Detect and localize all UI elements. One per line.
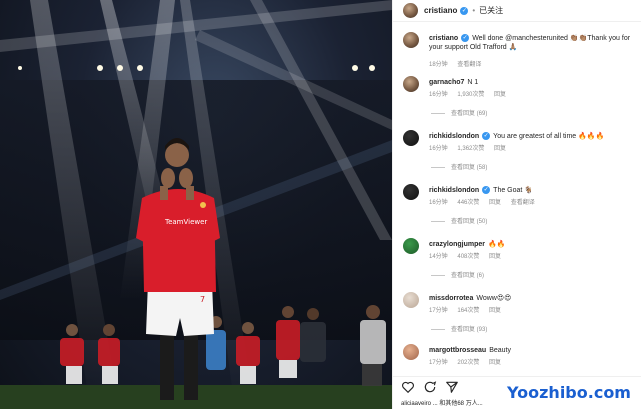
comment-body: margottbrosseau Beauty bbox=[429, 346, 641, 355]
svg-text:7: 7 bbox=[200, 295, 205, 304]
list-item: missdorrotea Woww😍😍 17分钟 164次赞 回复 查看回复 (9… bbox=[403, 290, 639, 340]
comment-time: 14分钟 bbox=[429, 254, 448, 260]
comment-time: 18分钟 bbox=[429, 62, 448, 68]
comment-body: richkidslondon ✓ The Goat 🐐 bbox=[429, 186, 641, 195]
separator: • bbox=[472, 6, 476, 15]
comment-username[interactable]: richkidslondon bbox=[429, 133, 479, 140]
like-count[interactable]: 1,930次赞 bbox=[457, 92, 484, 98]
reply-link[interactable]: 回复 bbox=[489, 360, 501, 366]
verified-icon: ✓ bbox=[482, 132, 491, 141]
comment-body: garnacho7 N 1 bbox=[429, 78, 641, 87]
comment-text: Woww😍😍 bbox=[476, 295, 512, 302]
comment-list: cristiano ✓ Well done @manchesterunited 👏🏽… bbox=[393, 24, 641, 376]
like-count[interactable]: 164次赞 bbox=[457, 308, 479, 314]
list-item: garnacho7 N 1 16分钟 1,930次赞 回复 查看回复 (69) bbox=[403, 74, 639, 124]
comment-username[interactable]: richkidslondon bbox=[429, 187, 479, 194]
translate-link[interactable]: 查看翻译 bbox=[511, 200, 535, 206]
comment-text: You are greatest of all time 🔥🔥🔥 bbox=[493, 133, 605, 140]
list-item: cristiano ✓ Well done @manchesterunited 👏🏽… bbox=[403, 30, 639, 70]
reply-link[interactable]: 回复 bbox=[489, 308, 501, 314]
post-author[interactable]: cristiano bbox=[424, 6, 457, 15]
like-count[interactable]: 408次赞 bbox=[457, 254, 479, 260]
comment-text: 🔥🔥 bbox=[488, 241, 506, 248]
follow-button[interactable]: 已关注 bbox=[479, 5, 503, 16]
comment-meta: 16分钟 1,930次赞 回复 bbox=[429, 91, 514, 100]
verified-icon: ✓ bbox=[460, 6, 469, 15]
list-item: richkidslondon ✓ You are greatest of all t… bbox=[403, 128, 639, 178]
like-count[interactable]: 202次赞 bbox=[457, 360, 479, 366]
view-replies-link[interactable]: 查看回复 (58) bbox=[430, 164, 487, 173]
like-count[interactable]: 1,362次赞 bbox=[457, 146, 484, 152]
comment-username[interactable]: garnacho7 bbox=[429, 79, 464, 86]
comment-meta: 18分钟 查看翻译 bbox=[429, 61, 489, 70]
comment-body: cristiano ✓ Well done @manchesterunited 👏🏽… bbox=[429, 34, 641, 52]
view-replies-link[interactable]: 查看回复 (50) bbox=[430, 218, 487, 227]
comment-meta: 16分钟 1,362次赞 回复 bbox=[429, 145, 514, 154]
watermark-logo: Yoozhibo.com bbox=[500, 381, 638, 405]
list-item: crazylongjumper 🔥🔥 14分钟 408次赞 回复 查看回复 (6) bbox=[403, 236, 639, 286]
comment-time: 17分钟 bbox=[429, 308, 448, 314]
avatar[interactable] bbox=[403, 238, 419, 254]
comment-body: missdorrotea Woww😍😍 bbox=[429, 294, 641, 303]
share-icon[interactable] bbox=[445, 380, 459, 394]
reply-link[interactable]: 回复 bbox=[494, 92, 506, 98]
heart-icon[interactable] bbox=[401, 380, 415, 394]
like-count[interactable]: 446次赞 bbox=[457, 200, 479, 206]
liked-by-text: aliciaaveiro ... 和其他68 万人... bbox=[401, 401, 483, 407]
comment-text: The Goat 🐐 bbox=[493, 187, 534, 194]
post-photo: 7 TeamViewer bbox=[0, 0, 392, 409]
svg-text:TeamViewer: TeamViewer bbox=[164, 218, 207, 226]
list-item: richkidslondon ✓ The Goat 🐐 16分钟 446次赞 回复 … bbox=[403, 182, 639, 232]
avatar[interactable] bbox=[403, 130, 419, 146]
avatar[interactable] bbox=[403, 184, 419, 200]
avatar[interactable] bbox=[403, 32, 419, 48]
translate-link[interactable]: 查看翻译 bbox=[457, 62, 481, 68]
comment-meta: 16分钟 446次赞 回复 查看翻译 bbox=[429, 199, 543, 208]
avatar[interactable] bbox=[403, 292, 419, 308]
verified-icon: ✓ bbox=[482, 186, 491, 195]
comment-icon[interactable] bbox=[423, 380, 437, 394]
comment-username[interactable]: cristiano bbox=[429, 35, 458, 42]
comment-text: N 1 bbox=[467, 79, 479, 86]
comment-time: 16分钟 bbox=[429, 92, 448, 98]
view-replies-link[interactable]: 查看回复 (93) bbox=[430, 326, 487, 335]
avatar[interactable] bbox=[403, 76, 419, 92]
comment-username[interactable]: missdorrotea bbox=[429, 295, 473, 302]
comment-username[interactable]: crazylongjumper bbox=[429, 241, 485, 248]
comment-time: 16分钟 bbox=[429, 200, 448, 206]
reply-link[interactable]: 回复 bbox=[494, 146, 506, 152]
reply-link[interactable]: 回复 bbox=[489, 254, 501, 260]
comment-body: crazylongjumper 🔥🔥 bbox=[429, 240, 641, 249]
stadium-scene: 7 TeamViewer bbox=[0, 0, 392, 409]
reply-link[interactable]: 回复 bbox=[489, 200, 501, 206]
comment-meta: 14分钟 408次赞 回复 bbox=[429, 253, 509, 262]
list-item: margottbrosseau Beauty 17分钟 202次赞 回复 bbox=[403, 342, 639, 376]
comment-text: Well done @manchesterunited 👏🏽👏🏽Thank yo… bbox=[429, 35, 631, 51]
comment-meta: 17分钟 202次赞 回复 bbox=[429, 359, 509, 368]
avatar[interactable] bbox=[403, 3, 418, 18]
comment-time: 16分钟 bbox=[429, 146, 448, 152]
comment-meta: 17分钟 164次赞 回复 bbox=[429, 307, 509, 316]
verified-icon: ✓ bbox=[461, 34, 470, 43]
comment-time: 17分钟 bbox=[429, 360, 448, 366]
view-replies-link[interactable]: 查看回复 (69) bbox=[430, 110, 487, 119]
comment-username[interactable]: margottbrosseau bbox=[429, 347, 486, 354]
avatar[interactable] bbox=[403, 344, 419, 360]
comment-body: richkidslondon ✓ You are greatest of all t… bbox=[429, 132, 641, 141]
comment-text: Beauty bbox=[489, 347, 511, 354]
view-replies-link[interactable]: 查看回复 (6) bbox=[430, 272, 484, 281]
post-header: cristiano ✓ • 已关注 bbox=[393, 0, 641, 22]
comments-panel: cristiano ✓ • 已关注 cristiano ✓ Well done @m… bbox=[392, 0, 641, 409]
